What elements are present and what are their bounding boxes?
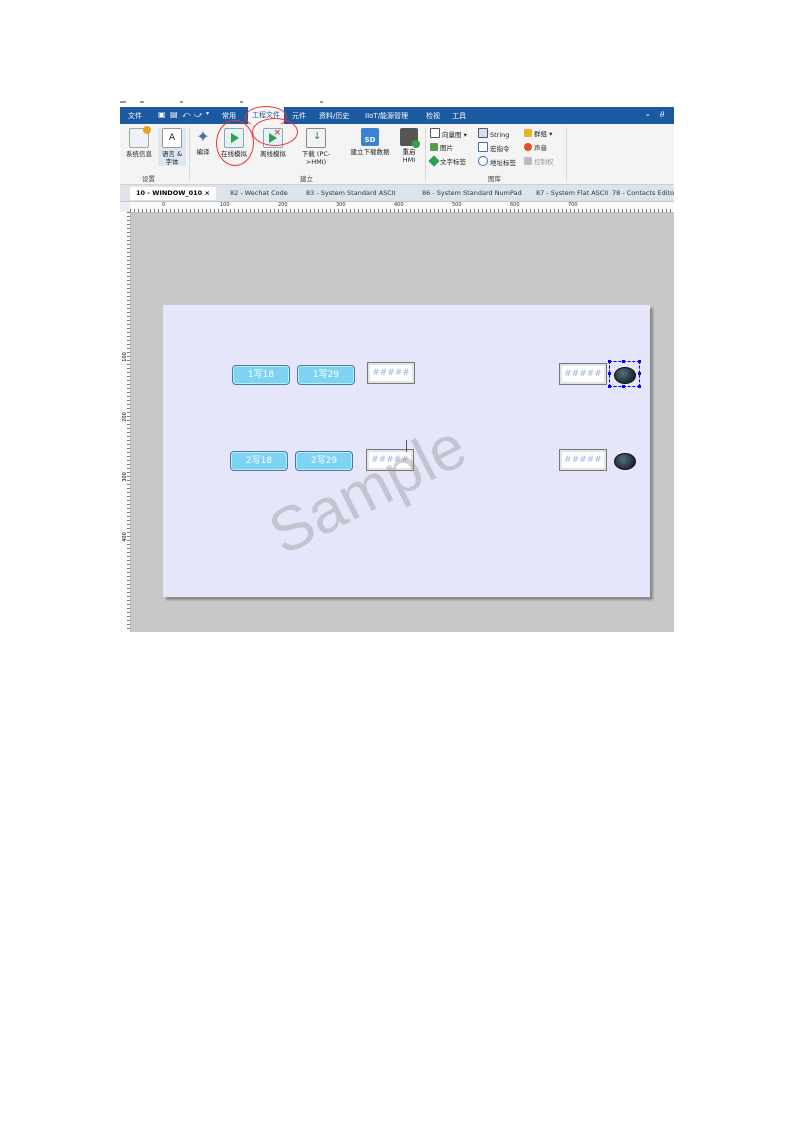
compile-button[interactable]: ✦ 编译 <box>192 127 214 157</box>
sound-icon <box>524 143 532 151</box>
macro-button[interactable]: 宏指令 <box>478 142 510 153</box>
lock-icon <box>524 157 532 165</box>
download-label: 下载 (PC->HMI) <box>301 150 331 166</box>
language-font-label: 语言 & 字体 <box>161 150 183 166</box>
download-icon: ↓ <box>306 128 326 148</box>
string-icon <box>478 128 488 138</box>
save-icon[interactable]: ▣ <box>158 110 166 119</box>
menu-view[interactable]: 检视 <box>426 111 440 121</box>
indicator-lamp-2[interactable] <box>614 453 636 470</box>
offline-simulation-label: 离线模拟 <box>260 150 286 158</box>
sd-card-icon: SD <box>361 128 379 146</box>
tab-window-010[interactable]: 10 - WINDOW_010 × <box>130 187 216 200</box>
macro-icon <box>478 142 488 152</box>
sound-button[interactable]: 声音 <box>524 142 547 152</box>
restart-hmi-label: 重启 HMI <box>402 148 416 164</box>
tab-system-standard-numpad[interactable]: 86 - System Standard NumPad <box>416 187 528 200</box>
tab-wechat-code[interactable]: 82 - Wechat Code <box>224 187 294 200</box>
horizontal-ruler: 0 100 200 300 400 500 600 700 <box>130 202 674 213</box>
restart-hmi-icon <box>400 128 420 148</box>
undo-icon[interactable]: ⤺ <box>182 110 191 120</box>
tab-system-flat-ascii[interactable]: 87 - System Flat ASCII <box>530 187 614 200</box>
font-icon: A <box>162 128 182 148</box>
ribbon-toolbar: 系统信息 A 语言 & 字体 设置 ✦ 编译 在线模拟 × 离线模拟 ↓ 下载 … <box>120 118 674 185</box>
tag-icon <box>428 155 440 167</box>
address-tag-icon <box>478 156 488 166</box>
ribbon-separator <box>425 127 426 181</box>
selection-box <box>608 360 641 388</box>
help-icon[interactable]: θ <box>660 111 664 119</box>
build-download-data-button[interactable]: SD 建立下载数据 <box>346 128 394 156</box>
system-info-icon <box>129 126 151 148</box>
build-download-data-label: 建立下载数据 <box>350 148 390 156</box>
system-info-label: 系统信息 <box>126 150 152 158</box>
vertical-ruler: 100 200 300 400 <box>120 212 131 632</box>
close-icon[interactable]: × <box>204 189 209 197</box>
group-icon <box>524 129 532 137</box>
ribbon-separator <box>189 127 190 181</box>
write-button-2-18[interactable]: 2写18 <box>230 451 288 471</box>
access-control-button[interactable]: 控制权 <box>524 156 554 166</box>
minimize-icon[interactable]: – <box>646 111 650 119</box>
ribbon-separator <box>566 127 567 181</box>
picture-button[interactable]: 图片 <box>430 142 453 152</box>
restart-hmi-button[interactable]: 重启 HMI <box>398 128 420 164</box>
write-button-1-29[interactable]: 1写29 <box>297 365 355 385</box>
menu-bar: 文件 ▣ ▤ ⤺ ⤻ ▾ 常用 工程文件 元件 资料/历史 IIoT/能源管理 … <box>120 107 674 124</box>
write-button-1-18[interactable]: 1写18 <box>232 365 290 385</box>
group-label-build: 建立 <box>300 175 313 183</box>
download-button[interactable]: ↓ 下载 (PC->HMI) <box>298 128 334 166</box>
menu-tools[interactable]: 工具 <box>452 111 466 121</box>
numeric-display-4[interactable]: ##### <box>559 449 607 471</box>
menu-data-history[interactable]: 资料/历史 <box>319 111 349 121</box>
group-label-settings: 设置 <box>142 175 155 183</box>
red-annotation-circle <box>216 120 254 166</box>
text-label-button[interactable]: 文字标签 <box>428 155 466 167</box>
menu-iiot-energy[interactable]: IIoT/能源管理 <box>365 111 408 121</box>
redo-icon[interactable]: ⤻ <box>194 110 203 120</box>
software-screenshot: 文件 ▣ ▤ ⤺ ⤻ ▾ 常用 工程文件 元件 资料/历史 IIoT/能源管理 … <box>120 100 674 632</box>
numeric-display-1[interactable]: ##### <box>367 362 415 384</box>
system-info-button[interactable]: 系统信息 <box>123 126 155 158</box>
vector-graphic-button[interactable]: 向量图 ▾ <box>430 128 467 139</box>
compile-tools-icon: ✦ <box>196 127 210 146</box>
language-font-button[interactable]: A 语言 & 字体 <box>158 128 186 166</box>
numeric-display-2[interactable]: ##### <box>559 363 607 385</box>
group-button[interactable]: 群组 ▾ <box>524 128 552 138</box>
red-annotation-circle <box>252 118 298 146</box>
cropped-toolbar-remnant <box>120 100 674 107</box>
new-window-icon[interactable]: ▤ <box>170 110 178 119</box>
address-label-button[interactable]: 地址标签 <box>478 156 516 167</box>
quick-access-dropdown-icon[interactable]: ▾ <box>206 110 209 117</box>
picture-icon <box>430 143 438 151</box>
group-label-library: 图库 <box>488 175 501 183</box>
menu-file[interactable]: 文件 <box>128 111 142 121</box>
document-tab-bar: 10 - WINDOW_010 × 82 - Wechat Code 83 - … <box>120 185 674 201</box>
menu-objects[interactable]: 元件 <box>292 111 306 121</box>
string-button[interactable]: String <box>478 128 509 139</box>
compile-label: 编译 <box>196 148 210 156</box>
vector-icon <box>430 128 440 138</box>
tab-contacts-editor[interactable]: 78 - Contacts Editor <box>606 187 674 200</box>
tab-system-standard-ascii[interactable]: 83 - System Standard ASCII <box>300 187 402 200</box>
